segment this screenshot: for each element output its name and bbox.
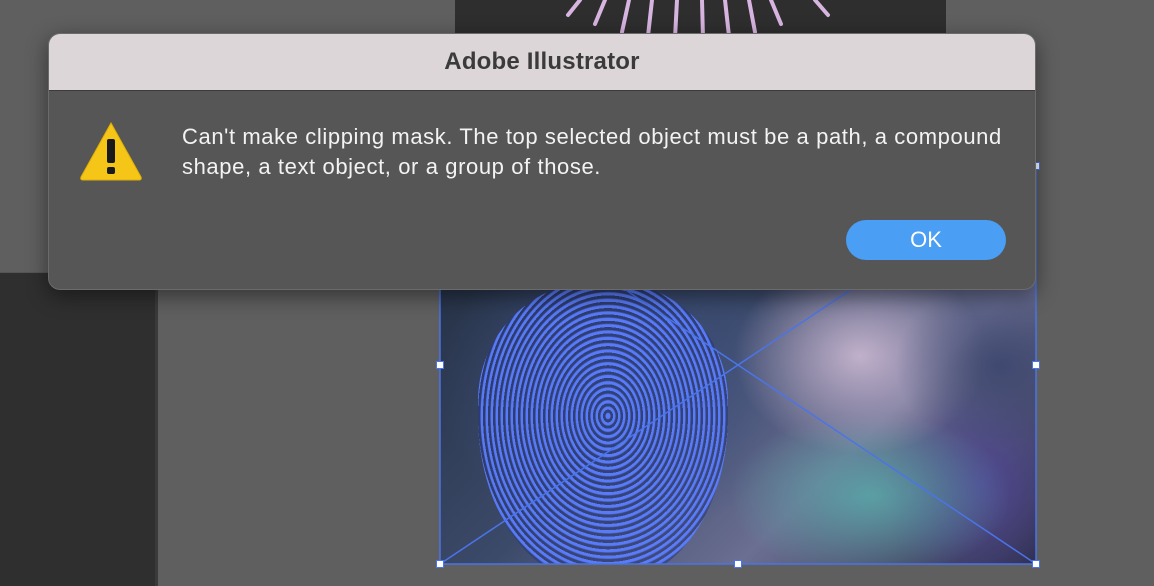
selection-handle-bottom-left[interactable] xyxy=(436,560,444,568)
dialog-title: Adobe Illustrator xyxy=(444,48,640,75)
selection-handle-bottom-right[interactable] xyxy=(1032,560,1040,568)
selection-handle-mid-right[interactable] xyxy=(1032,361,1040,369)
dialog-titlebar[interactable]: Adobe Illustrator xyxy=(49,34,1035,91)
alert-dialog: Adobe Illustrator Can't make clipping ma… xyxy=(48,33,1036,290)
dialog-message: Can't make clipping mask. The top select… xyxy=(182,124,1002,179)
selection-handle-bottom-center[interactable] xyxy=(734,560,742,568)
warning-icon xyxy=(79,119,143,183)
ok-button[interactable]: OK xyxy=(846,220,1006,260)
selection-handle-mid-left[interactable] xyxy=(436,361,444,369)
